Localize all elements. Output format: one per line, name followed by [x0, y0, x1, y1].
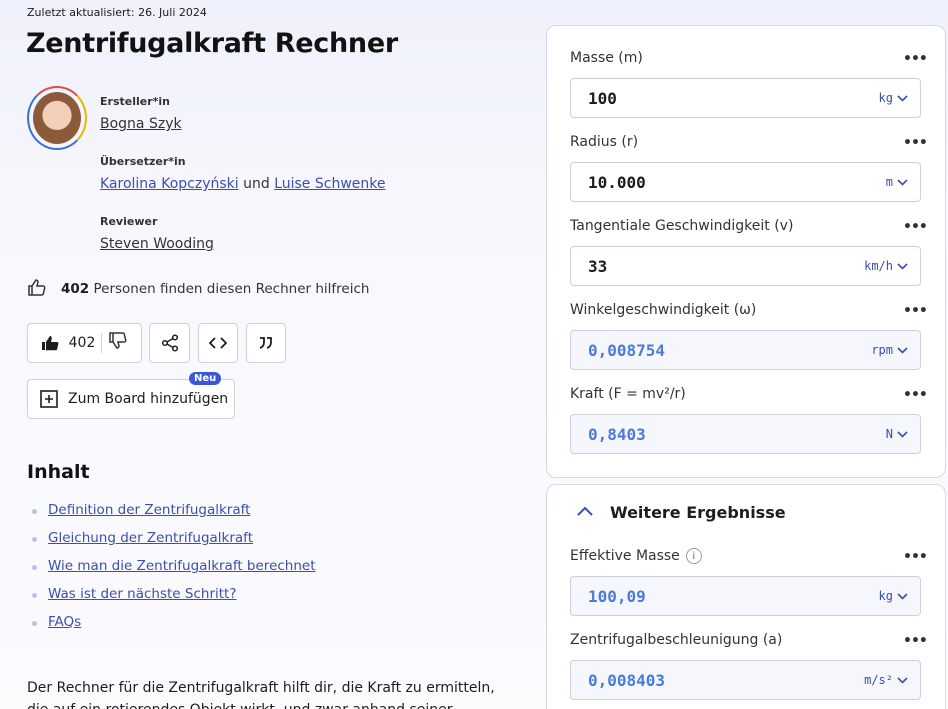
toc-item: Gleichung der Zentrifugalkraft: [32, 530, 316, 558]
page-title: Zentrifugalkraft Rechner: [26, 28, 398, 59]
centrifugal-acceleration-unit-select[interactable]: m/s²: [864, 673, 908, 687]
effective-mass-unit-select[interactable]: kg: [879, 589, 908, 603]
toc-title: Inhalt: [27, 461, 90, 483]
chevron-down-icon: [897, 592, 908, 600]
share-button[interactable]: [149, 323, 190, 363]
mass-unit-select[interactable]: kg: [879, 91, 908, 105]
angular-velocity-menu-button[interactable]: •••: [903, 303, 928, 319]
intro-paragraph: Der Rechner für die Zentrifugalkraft hil…: [27, 680, 495, 709]
like-count: 402: [68, 335, 96, 351]
creator-link[interactable]: Bogna Szyk: [100, 116, 182, 132]
force-label: Kraft (F = mv²/r): [570, 386, 686, 402]
info-icon[interactable]: i: [685, 548, 702, 564]
force-unit-select[interactable]: N: [886, 427, 908, 441]
chevron-up-icon[interactable]: [576, 505, 594, 517]
mass-label: Masse (m): [570, 50, 643, 66]
translators: Karolina Kopczyński und Luise Schwenke: [100, 176, 385, 192]
force-value: 0,8403: [588, 424, 646, 444]
share-icon: [161, 334, 178, 352]
force-input[interactable]: 0,8403 N: [570, 414, 921, 454]
creator-role: Ersteller*in: [100, 95, 170, 108]
toc-link[interactable]: Wie man die Zentrifugalkraft berechnet: [48, 558, 316, 574]
velocity-label: Tangentiale Geschwindigkeit (v): [570, 218, 794, 234]
mass-input[interactable]: 100 kg: [570, 78, 921, 118]
velocity-input[interactable]: 33 km/h: [570, 246, 921, 286]
effective-mass-input[interactable]: 100,09 kg: [570, 576, 921, 616]
helpful-text: Personen finden diesen Rechner hilfreich: [93, 281, 370, 297]
add-to-board-label: Zum Board hinzufügen: [68, 391, 229, 407]
effective-mass-label: Effektive Masse i: [570, 548, 702, 564]
chevron-down-icon: [897, 94, 908, 102]
quote-icon: [259, 337, 272, 349]
translator-role: Übersetzer*in: [100, 155, 186, 168]
centrifugal-acceleration-input[interactable]: 0,008403 m/s²: [570, 660, 921, 700]
like-button[interactable]: 402: [41, 335, 96, 351]
force-menu-button[interactable]: •••: [903, 387, 928, 403]
chevron-down-icon: [897, 676, 908, 684]
toc-item: Wie man die Zentrifugalkraft berechnet: [32, 558, 316, 586]
radius-unit-select[interactable]: m: [886, 175, 908, 189]
chevron-down-icon: [897, 262, 908, 270]
add-board-icon: [40, 390, 58, 408]
toc-item: Definition der Zentrifugalkraft: [32, 502, 316, 530]
toc-link[interactable]: FAQs: [48, 614, 81, 630]
vote-buttons: 402: [27, 323, 142, 363]
effective-mass-value: 100,09: [588, 586, 646, 606]
centrifugal-acceleration-label: Zentrifugalbeschleunigung (a): [570, 632, 783, 648]
translator-link-1[interactable]: Karolina Kopczyński: [100, 176, 239, 192]
more-results-toggle[interactable]: Weitere Ergebnisse: [610, 503, 786, 522]
radius-label: Radius (r): [570, 134, 639, 150]
dislike-button[interactable]: [108, 332, 128, 354]
cite-button[interactable]: [246, 323, 286, 363]
radius-input[interactable]: 10.000 m: [570, 162, 921, 202]
toc-item: Was ist der nächste Schritt?: [32, 586, 316, 614]
angular-velocity-value: 0,008754: [588, 340, 666, 360]
chevron-down-icon: [897, 430, 908, 438]
reviewer-role: Reviewer: [100, 215, 158, 228]
reviewer-link[interactable]: Steven Wooding: [100, 236, 214, 252]
angular-velocity-label: Winkelgeschwindigkeit (ω): [570, 302, 757, 318]
angular-velocity-unit-select[interactable]: rpm: [871, 343, 908, 357]
translator-link-2[interactable]: Luise Schwenke: [274, 176, 385, 192]
add-to-board-button[interactable]: Zum Board hinzufügen: [27, 379, 235, 419]
mass-value: 100: [588, 88, 617, 108]
toc-link[interactable]: Definition der Zentrifugalkraft: [48, 502, 250, 518]
chevron-down-icon: [897, 346, 908, 354]
embed-button[interactable]: [198, 323, 238, 363]
radius-menu-button[interactable]: •••: [903, 135, 928, 151]
and-text: und: [243, 176, 270, 192]
velocity-menu-button[interactable]: •••: [903, 219, 928, 235]
new-badge: Neu: [189, 372, 222, 385]
divider: [101, 333, 103, 353]
centrifugal-acceleration-value: 0,008403: [588, 670, 666, 690]
last-updated: Zuletzt aktualisiert: 26. Juli 2024: [27, 6, 207, 19]
mass-menu-button[interactable]: •••: [903, 51, 928, 67]
toc-list: Definition der Zentrifugalkraft Gleichun…: [32, 502, 316, 642]
effective-mass-menu-button[interactable]: •••: [903, 549, 928, 565]
helpful-line: 402 Personen finden diesen Rechner hilfr…: [27, 278, 369, 300]
code-icon: [209, 337, 227, 349]
velocity-value: 33: [588, 256, 608, 276]
toc-item: FAQs: [32, 614, 316, 642]
toc-link[interactable]: Was ist der nächste Schritt?: [48, 586, 237, 602]
radius-value: 10.000: [588, 172, 646, 192]
helpful-count: 402: [61, 281, 90, 297]
thumbs-down-icon: [109, 332, 127, 349]
chevron-down-icon: [897, 178, 908, 186]
toc-link[interactable]: Gleichung der Zentrifugalkraft: [48, 530, 253, 546]
thumbs-up-icon: [41, 336, 59, 351]
avatar: [27, 86, 87, 150]
velocity-unit-select[interactable]: km/h: [864, 259, 908, 273]
thumbs-up-outline-icon: [27, 278, 47, 300]
centrifugal-acceleration-menu-button[interactable]: •••: [903, 633, 928, 649]
angular-velocity-input[interactable]: 0,008754 rpm: [570, 330, 921, 370]
